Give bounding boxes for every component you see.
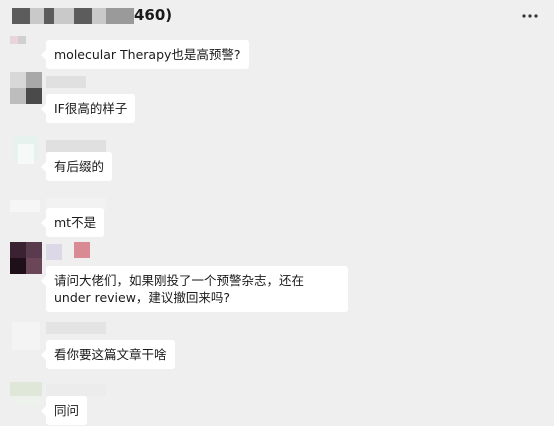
- nickname-mosaic: [46, 322, 106, 334]
- chat-message-list[interactable]: molecular Therapy也是高预警? IF很高的样子 有后缀的 mt不…: [0, 36, 554, 426]
- message-bubble[interactable]: 有后缀的: [40, 152, 113, 181]
- message-bubble[interactable]: 请问大佬们，如果刚投了一个预警杂志，还在under review，建议撤回来吗?: [41, 266, 348, 312]
- title-mosaic: [12, 8, 30, 24]
- nickname-mosaic: [46, 384, 106, 396]
- title-mosaic: [106, 8, 134, 24]
- message-bubble[interactable]: 看你要这篇文章干啥: [41, 340, 175, 369]
- chat-header: 460): [0, 0, 554, 36]
- avatar[interactable]: [10, 72, 42, 104]
- title-mosaic: [74, 8, 92, 24]
- nickname-mosaic: [46, 244, 62, 260]
- avatar[interactable]: [10, 242, 42, 274]
- avatar[interactable]: [10, 320, 42, 352]
- title-mosaic: [92, 8, 106, 24]
- avatar[interactable]: [10, 136, 42, 168]
- message-bubble[interactable]: molecular Therapy也是高预警?: [41, 40, 249, 69]
- nickname-mosaic: [46, 140, 106, 152]
- avatar[interactable]: [10, 382, 42, 414]
- nickname-mosaic: [74, 242, 90, 258]
- message-bubble[interactable]: IF很高的样子: [40, 94, 136, 123]
- title-mosaic: [30, 8, 44, 24]
- title-mosaic: [44, 8, 54, 24]
- message-bubble[interactable]: mt不是: [40, 208, 105, 237]
- chat-title: 460): [134, 6, 173, 24]
- more-horizontal-icon[interactable]: [518, 4, 542, 28]
- avatar[interactable]: [10, 36, 42, 48]
- title-mosaic: [54, 8, 74, 24]
- avatar[interactable]: [10, 196, 42, 216]
- message-bubble[interactable]: 同问: [40, 396, 88, 425]
- nickname-mosaic: [46, 76, 86, 88]
